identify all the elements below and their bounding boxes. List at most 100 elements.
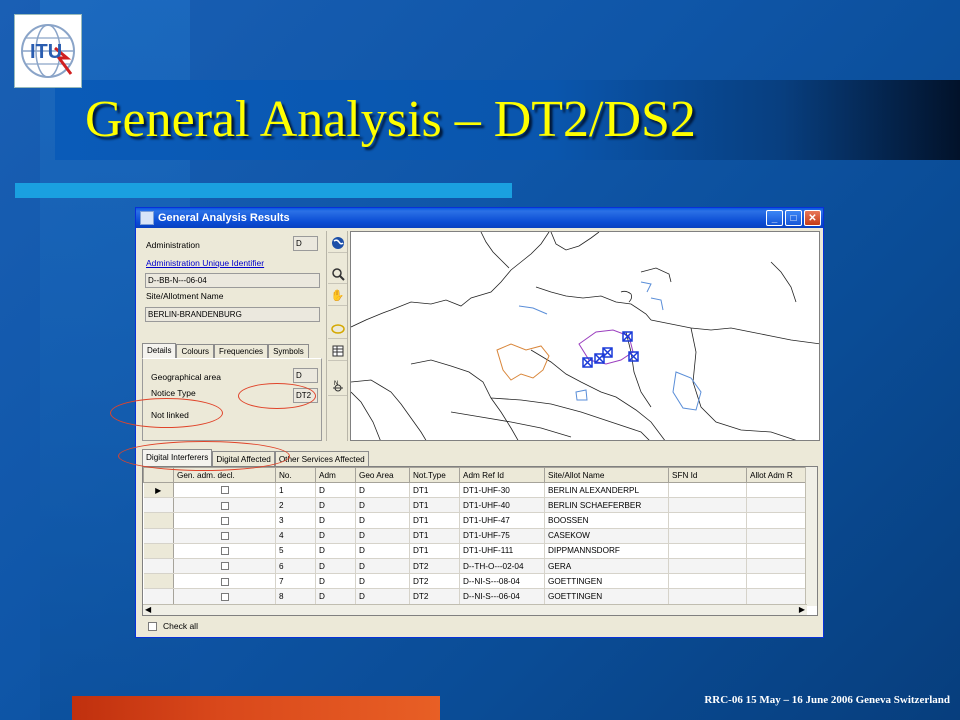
check-all-control[interactable]: Check all: [148, 621, 198, 631]
cell-no: 3: [275, 512, 316, 529]
cell-allot: [746, 573, 807, 590]
scroll-left-icon[interactable]: ◀: [145, 605, 151, 614]
vertical-scrollbar[interactable]: [805, 467, 817, 606]
compass-icon[interactable]: N: [328, 376, 347, 396]
row-selector[interactable]: [143, 497, 174, 514]
administration-field[interactable]: D: [293, 236, 318, 251]
site-field[interactable]: BERLIN-BRANDENBURG: [145, 307, 320, 322]
cell-ref: D--TH-O---02-04: [459, 558, 545, 575]
geo-area-field[interactable]: D: [293, 368, 318, 383]
results-pane: Digital Interferers Digital Affected Oth…: [140, 446, 820, 636]
geo-area-label: Geographical area: [151, 372, 221, 382]
gen-adm-decl-cell: [173, 573, 276, 590]
close-button[interactable]: ✕: [804, 210, 821, 226]
column-header[interactable]: Allot Adm R: [746, 467, 807, 483]
maximize-button[interactable]: □: [785, 210, 802, 226]
cell-adm: D: [315, 497, 356, 514]
cell-ref: DT1-UHF-30: [459, 482, 545, 499]
tab-symbols[interactable]: Symbols: [268, 344, 309, 359]
cell-site: CASEKOW: [544, 528, 669, 544]
cell-sfn: [668, 573, 747, 590]
window-titlebar[interactable]: General Analysis Results _ □ ✕: [136, 208, 823, 228]
check-all-checkbox[interactable]: [148, 621, 157, 631]
gen-adm-decl-cell: [173, 558, 276, 575]
row-selector[interactable]: [143, 543, 174, 559]
minimize-button[interactable]: _: [766, 210, 783, 226]
cell-ref: D--NI-S---06-04: [459, 588, 545, 605]
table-row[interactable]: 6 D D DT2 D--TH-O---02-04 GERA: [143, 558, 807, 575]
table-row[interactable]: 7 D D DT2 D--NI-S---08-04 GOETTINGEN: [143, 573, 807, 590]
slide-footer: RRC-06 15 May – 16 June 2006 Geneva Swit…: [704, 694, 950, 706]
row-selector[interactable]: [143, 558, 174, 575]
column-header[interactable]: SFN Id: [668, 467, 747, 483]
globe-icon[interactable]: [328, 233, 347, 253]
cell-geo: D: [355, 528, 410, 544]
table-header-row: Gen. adm. decl. No. Adm Geo Area Not.Typ…: [143, 467, 807, 483]
ellipse-icon[interactable]: [328, 319, 347, 339]
gen-adm-decl-checkbox[interactable]: [221, 486, 229, 495]
horizontal-scrollbar[interactable]: ◀ ▶: [143, 604, 807, 615]
cell-type: DT1: [409, 543, 460, 559]
table-row[interactable]: 4 D D DT1 DT1-UHF-75 CASEKOW: [143, 528, 807, 544]
column-header[interactable]: Geo Area: [355, 467, 410, 483]
table-row[interactable]: 5 D D DT1 DT1-UHF-111 DIPPMANNSDORF: [143, 543, 807, 559]
row-selector[interactable]: [143, 512, 174, 529]
cell-type: DT1: [409, 482, 460, 499]
column-header[interactable]: Adm: [315, 467, 356, 483]
cell-site: GERA: [544, 558, 669, 575]
cell-adm: D: [315, 543, 356, 559]
gen-adm-decl-checkbox[interactable]: [221, 577, 229, 586]
table-icon[interactable]: [328, 341, 347, 361]
cell-allot: [746, 558, 807, 575]
cell-no: 6: [275, 558, 316, 575]
row-selector[interactable]: [143, 588, 174, 605]
table-body: ▶ 1 D D DT1 DT1-UHF-30 BERLIN ALEXANDERPL 2 D D DT…: [143, 482, 807, 605]
gen-adm-decl-checkbox[interactable]: [221, 592, 229, 601]
cell-adm: D: [315, 528, 356, 544]
map-view[interactable]: [350, 231, 820, 441]
cell-adm: D: [315, 588, 356, 605]
table-row[interactable]: 8 D D DT2 D--NI-S---06-04 GOETTINGEN: [143, 588, 807, 605]
cell-geo: D: [355, 543, 410, 559]
cell-ref: D--NI-S---08-04: [459, 573, 545, 590]
tab-frequencies[interactable]: Frequencies: [214, 344, 269, 359]
gen-adm-decl-checkbox[interactable]: [221, 531, 229, 540]
column-header[interactable]: Adm Ref Id: [459, 467, 545, 483]
gen-adm-decl-checkbox[interactable]: [221, 516, 229, 525]
results-table: Gen. adm. decl. No. Adm Geo Area Not.Typ…: [143, 467, 807, 605]
cell-ref: DT1-UHF-40: [459, 497, 545, 514]
gen-adm-decl-checkbox[interactable]: [221, 547, 229, 556]
column-header[interactable]: No.: [275, 467, 316, 483]
hand-icon[interactable]: ✋: [328, 286, 347, 306]
table-row[interactable]: ▶ 1 D D DT1 DT1-UHF-30 BERLIN ALEXANDERPL: [143, 482, 807, 499]
cell-sfn: [668, 558, 747, 575]
admin-uid-link[interactable]: Administration Unique Identifier: [146, 258, 264, 268]
admin-uid-field[interactable]: D--BB-N---06-04: [145, 273, 320, 288]
row-selector[interactable]: [143, 528, 174, 544]
cell-sfn: [668, 543, 747, 559]
zoom-icon[interactable]: [328, 264, 347, 284]
coastlines: [351, 232, 819, 440]
scroll-right-icon[interactable]: ▶: [799, 605, 805, 614]
cell-no: 8: [275, 588, 316, 605]
cell-geo: D: [355, 588, 410, 605]
gen-adm-decl-cell: [173, 497, 276, 514]
gen-adm-decl-checkbox[interactable]: [221, 501, 229, 510]
cell-sfn: [668, 482, 747, 499]
row-selector[interactable]: [143, 573, 174, 590]
cell-sfn: [668, 528, 747, 544]
cell-site: BOOSSEN: [544, 512, 669, 529]
gen-adm-decl-checkbox[interactable]: [221, 562, 229, 571]
column-header[interactable]: Not.Type: [409, 467, 460, 483]
row-selector[interactable]: ▶: [143, 482, 174, 499]
accent-strip: [15, 183, 512, 198]
table-row[interactable]: 2 D D DT1 DT1-UHF-40 BERLIN SCHAEFERBER: [143, 497, 807, 514]
cell-sfn: [668, 497, 747, 514]
tab-details[interactable]: Details: [142, 343, 177, 359]
tab-colours[interactable]: Colours: [176, 344, 215, 359]
cell-no: 7: [275, 573, 316, 590]
cell-allot: [746, 512, 807, 529]
column-header[interactable]: Site/Allot Name: [544, 467, 669, 483]
table-row[interactable]: 3 D D DT1 DT1-UHF-47 BOOSSEN: [143, 512, 807, 529]
cell-type: DT2: [409, 573, 460, 590]
